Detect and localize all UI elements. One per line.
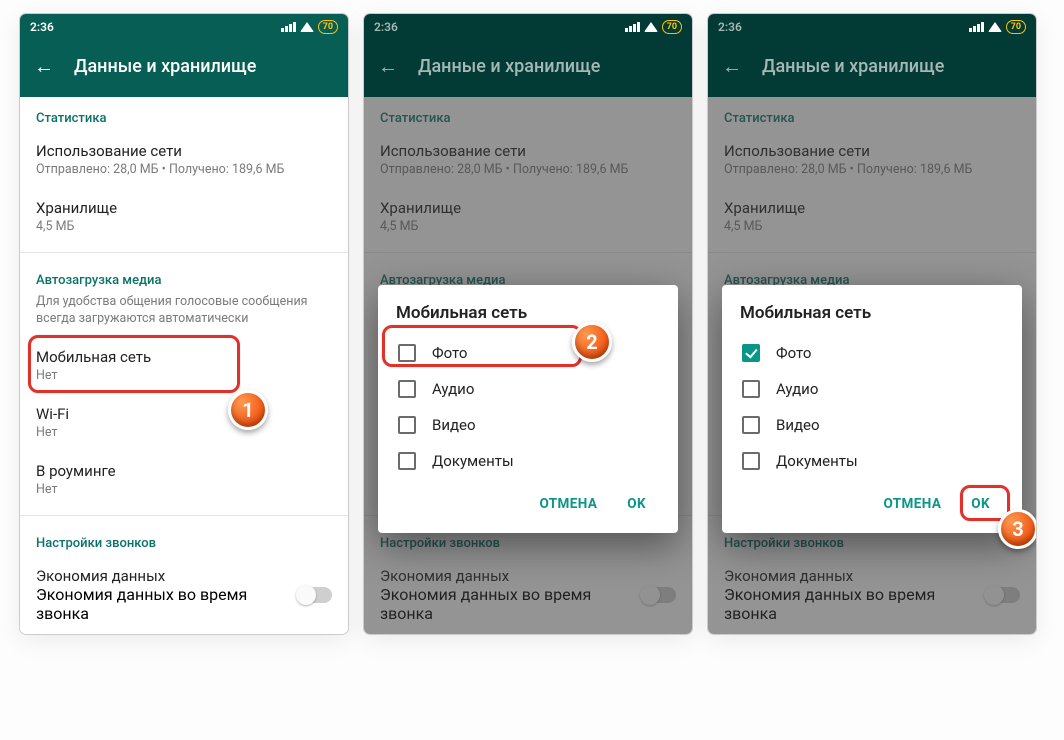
- item-mobile-network[interactable]: Мобильная сеть Нет: [20, 338, 348, 395]
- checkbox-icon[interactable]: [742, 452, 760, 470]
- back-icon[interactable]: ←: [722, 54, 742, 79]
- phone-screenshot-1: 2:36 70 ← Данные и хранилище Статистика …: [20, 14, 348, 634]
- status-time: 2:36: [718, 20, 969, 34]
- settings-content: Статистика Использование сети Отправлено…: [364, 97, 692, 634]
- appbar-title: Данные и хранилище: [762, 56, 944, 77]
- back-icon[interactable]: ←: [34, 54, 54, 79]
- checkbox-icon[interactable]: [742, 344, 760, 362]
- checkbox-icon[interactable]: [398, 380, 416, 398]
- dialog-cancel-button[interactable]: ОТМЕНА: [874, 489, 952, 519]
- item-net-usage[interactable]: Использование сети Отправлено: 28,0 МБ •…: [20, 132, 348, 189]
- status-bar: 2:36 70: [708, 14, 1036, 40]
- signal-icon: [281, 22, 296, 32]
- dialog-ok-button[interactable]: OK: [617, 489, 656, 519]
- check-docs[interactable]: Документы: [740, 443, 1004, 479]
- section-autodl-label: Автозагрузка медиа: [20, 259, 348, 294]
- battery-icon: 70: [1006, 20, 1026, 34]
- dialog-mobile-network: Мобильная сеть Фото Аудио Видео Документ…: [378, 285, 678, 533]
- check-video[interactable]: Видео: [396, 407, 660, 443]
- dialog-ok-button[interactable]: OK: [961, 489, 1000, 519]
- appbar-title: Данные и хранилище: [74, 56, 256, 77]
- dialog-mobile-network: Мобильная сеть Фото Аудио Видео Документ…: [722, 285, 1022, 533]
- status-bar: 2:36 70: [364, 14, 692, 40]
- item-data-saver[interactable]: Экономия данных Экономия данных во время…: [20, 557, 348, 633]
- check-photo[interactable]: Фото: [396, 335, 660, 371]
- autodl-hint: Для удобства общения голосовые сообщения…: [20, 294, 348, 338]
- settings-content: Статистика Использование сети Отправлено…: [708, 97, 1036, 634]
- app-bar: ← Данные и хранилище: [364, 40, 692, 97]
- checkbox-icon[interactable]: [742, 416, 760, 434]
- wifi-icon: [988, 22, 1002, 32]
- dialog-title: Мобильная сеть: [740, 303, 1004, 323]
- item-storage[interactable]: Хранилище 4,5 МБ: [20, 189, 348, 246]
- item-wifi[interactable]: Wi-Fi Нет: [20, 395, 348, 452]
- status-time: 2:36: [30, 20, 281, 34]
- back-icon[interactable]: ←: [378, 54, 398, 79]
- appbar-title: Данные и хранилище: [418, 56, 600, 77]
- signal-icon: [969, 22, 984, 32]
- status-bar: 2:36 70: [20, 14, 348, 40]
- check-audio[interactable]: Аудио: [396, 371, 660, 407]
- app-bar: ← Данные и хранилище: [20, 40, 348, 97]
- phone-screenshot-2: 2:36 70 ← Данные и хранилище Статистика …: [364, 14, 692, 634]
- status-time: 2:36: [374, 20, 625, 34]
- section-calls-label: Настройки звонков: [20, 522, 348, 557]
- battery-icon: 70: [318, 20, 338, 34]
- signal-icon: [625, 22, 640, 32]
- check-audio[interactable]: Аудио: [740, 371, 1004, 407]
- checkbox-icon[interactable]: [398, 416, 416, 434]
- wifi-icon: [300, 22, 314, 32]
- check-photo[interactable]: Фото: [740, 335, 1004, 371]
- divider: [20, 252, 348, 253]
- app-bar: ← Данные и хранилище: [708, 40, 1036, 97]
- checkbox-icon[interactable]: [398, 452, 416, 470]
- check-video[interactable]: Видео: [740, 407, 1004, 443]
- dialog-cancel-button[interactable]: ОТМЕНА: [530, 489, 608, 519]
- dialog-title: Мобильная сеть: [396, 303, 660, 323]
- check-docs[interactable]: Документы: [396, 443, 660, 479]
- item-roaming[interactable]: В роуминге Нет: [20, 452, 348, 509]
- phone-screenshot-3: 2:36 70 ← Данные и хранилище Статистика …: [708, 14, 1036, 634]
- checkbox-icon[interactable]: [398, 344, 416, 362]
- battery-icon: 70: [662, 20, 682, 34]
- divider: [20, 515, 348, 516]
- wifi-icon: [644, 22, 658, 32]
- settings-content: Статистика Использование сети Отправлено…: [20, 97, 348, 634]
- data-saver-switch[interactable]: [298, 587, 332, 603]
- checkbox-icon[interactable]: [742, 380, 760, 398]
- section-stats-label: Статистика: [20, 97, 348, 132]
